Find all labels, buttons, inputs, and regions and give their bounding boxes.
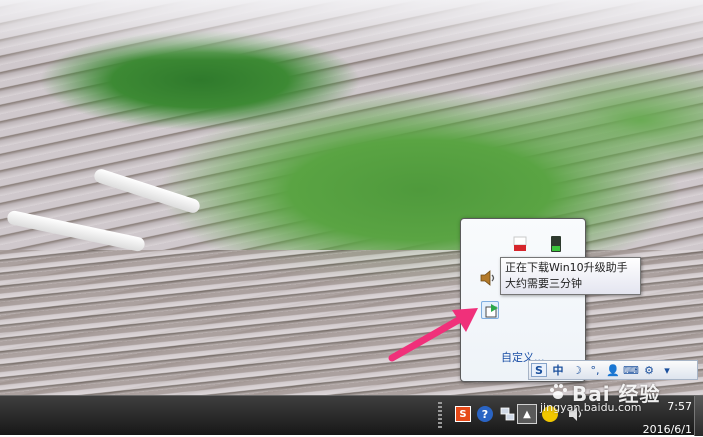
tooltip-line1: 正在下载Win10升级助手 <box>505 261 628 274</box>
taskbar-grip[interactable] <box>438 402 442 430</box>
ime-button[interactable]: S <box>531 363 547 377</box>
network-icon[interactable] <box>500 406 516 422</box>
help-icon[interactable]: ? <box>477 406 493 422</box>
moon-icon[interactable]: ☽ <box>569 363 585 377</box>
punctuation-icon[interactable]: °, <box>587 363 603 377</box>
red-app-tray-icon[interactable] <box>511 235 529 253</box>
user-icon[interactable]: 👤 <box>605 363 621 377</box>
keyboard-icon[interactable]: ⌨ <box>623 363 639 377</box>
chevron-down-icon[interactable]: ▾ <box>659 363 675 377</box>
speaker-icon[interactable] <box>479 269 497 287</box>
pointer-arrow-icon <box>388 308 478 362</box>
wallpaper-greenhouse <box>6 209 146 253</box>
baidu-jingyan-watermark: Bai 经验 jingyan.baidu.com <box>530 376 700 416</box>
settings-icon[interactable]: ⚙ <box>641 363 657 377</box>
tooltip-line2: 大约需要三分钟 <box>505 277 582 290</box>
battery-tray-icon[interactable] <box>547 235 565 253</box>
upgrade-tooltip: 正在下载Win10升级助手 大约需要三分钟 <box>500 257 641 295</box>
wallpaper-greenhouse <box>92 167 202 215</box>
language-mode-button[interactable]: 中 <box>549 363 567 377</box>
wallpaper-sky <box>0 0 703 60</box>
baidu-paw-icon <box>550 384 567 399</box>
watermark-url: jingyan.baidu.com <box>540 401 642 414</box>
sogou-ime-icon[interactable]: S <box>455 406 471 422</box>
